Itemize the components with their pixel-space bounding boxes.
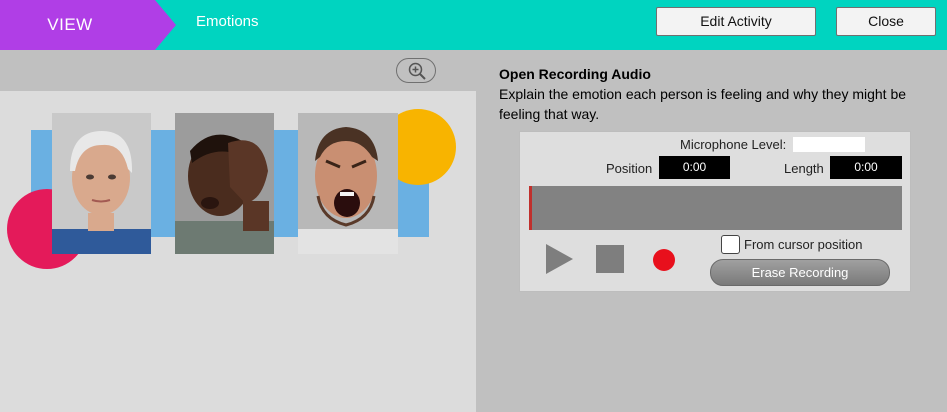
microphone-level-label: Microphone Level:	[680, 137, 787, 152]
top-bar: VIEW Emotions Edit Activity Close	[0, 0, 947, 50]
play-button[interactable]	[546, 244, 574, 274]
activity-image	[0, 91, 476, 281]
activity-title: Emotions	[196, 13, 259, 30]
zoom-in-icon	[408, 62, 426, 80]
stressed-man-portrait	[175, 113, 274, 254]
position-value: 0:00	[659, 156, 730, 179]
mode-tab: VIEW	[0, 0, 176, 50]
audio-recorder: Microphone Level: Position 0:00 Length 0…	[519, 131, 911, 292]
activity-content-panel	[0, 50, 476, 412]
length-label: Length	[784, 161, 824, 176]
close-button[interactable]: Close	[836, 7, 936, 36]
prompt-title: Open Recording Audio	[499, 66, 651, 82]
microphone-level-meter	[793, 137, 865, 152]
length-value: 0:00	[830, 156, 902, 179]
playhead-cursor[interactable]	[529, 186, 532, 230]
angry-man-portrait	[298, 113, 398, 254]
emotions-collage	[7, 109, 456, 269]
from-cursor-label: From cursor position	[744, 237, 863, 252]
content-toolbar	[0, 50, 476, 91]
older-woman-portrait	[52, 113, 151, 254]
zoom-button[interactable]	[396, 58, 436, 83]
prompt-text: Explain the emotion each person is feeli…	[499, 86, 907, 122]
edit-activity-button[interactable]: Edit Activity	[656, 7, 816, 36]
position-label: Position	[606, 161, 653, 176]
erase-recording-button[interactable]: Erase Recording	[710, 259, 890, 286]
waveform-track[interactable]	[529, 186, 902, 230]
record-button[interactable]	[653, 249, 675, 271]
stop-button[interactable]	[596, 245, 624, 273]
from-cursor-checkbox[interactable]	[721, 235, 740, 254]
recording-panel: Open Recording Audio Explain the emotion…	[476, 50, 947, 412]
play-icon	[546, 244, 573, 274]
mode-label: VIEW	[47, 15, 93, 34]
